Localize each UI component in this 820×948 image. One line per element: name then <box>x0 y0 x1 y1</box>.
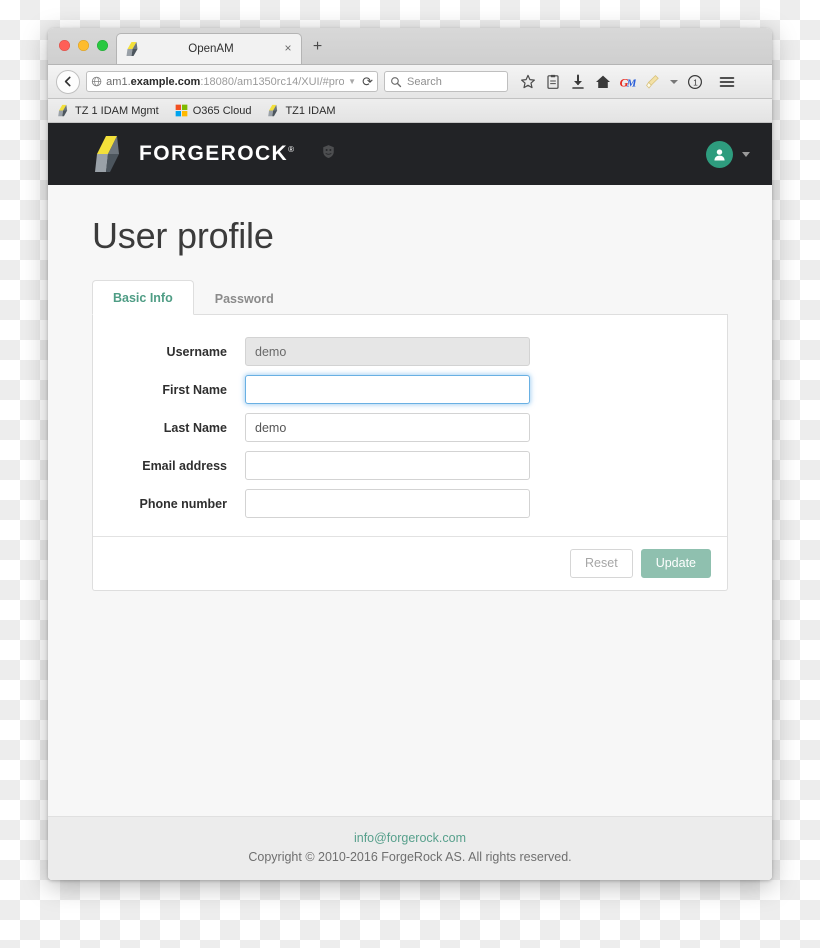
page-title: User profile <box>92 215 274 256</box>
cleaner-icon[interactable] <box>645 74 661 90</box>
avatar[interactable] <box>706 140 733 168</box>
tab-password[interactable]: Password <box>194 281 295 315</box>
browser-search-box[interactable]: Search <box>384 71 508 92</box>
bookmark-item[interactable]: O365 Cloud <box>175 104 252 117</box>
toolbar-icon-group: G M 1 <box>520 74 703 90</box>
phone-label: Phone number <box>139 496 227 511</box>
app-header: FORGEROCK® <box>48 123 772 185</box>
brand-logo[interactable]: FORGEROCK® <box>92 135 295 173</box>
realm-badge-icon[interactable] <box>321 144 336 164</box>
user-avatar-icon <box>714 148 725 160</box>
reading-list-icon[interactable] <box>545 74 561 90</box>
page-info-icon[interactable]: 1 <box>687 74 703 90</box>
arrow-left-icon <box>64 76 71 87</box>
new-tab-button[interactable]: + <box>310 39 325 55</box>
forgerock-favicon <box>126 42 138 56</box>
bookmark-item[interactable]: TZ1 IDAM <box>267 104 336 117</box>
home-icon[interactable] <box>595 74 611 90</box>
forgerock-logo <box>95 136 119 172</box>
email-label: Email address <box>142 458 227 473</box>
bookmark-star-icon[interactable] <box>520 74 536 90</box>
greasemonkey-icon[interactable]: G M <box>620 74 636 90</box>
reload-button[interactable]: ⟳ <box>362 74 373 90</box>
profile-tabs: Basic Info Password <box>92 279 728 315</box>
brand-text: FORGEROCK <box>139 142 289 165</box>
menu-icon[interactable] <box>719 74 735 90</box>
bookmark-item[interactable]: TZ 1 IDAM Mgmt <box>57 104 159 117</box>
svg-text:M: M <box>626 77 636 89</box>
form-row-last-name: Last Name <box>93 413 727 442</box>
browser-tab-strip: OpenAM × + <box>48 28 772 65</box>
back-button[interactable] <box>56 69 80 94</box>
browser-toolbar: am1.example.com:18080/am1350rc14/XUI/#pr… <box>48 65 772 99</box>
search-placeholder: Search <box>407 75 442 88</box>
first-name-input[interactable] <box>245 375 530 404</box>
bookmarks-bar: TZ 1 IDAM Mgmt O365 Cloud TZ1 IDAM <box>48 99 772 123</box>
form-row-username: Username <box>93 337 727 366</box>
downloads-icon[interactable] <box>570 74 586 90</box>
browser-tab[interactable]: OpenAM × <box>116 33 302 64</box>
address-bar[interactable]: am1.example.com:18080/am1350rc14/XUI/#pr… <box>86 71 378 92</box>
browser-window: OpenAM × + am1.example.com:18080/am1350r… <box>48 28 772 880</box>
profile-card: Username First Name Last Name Email addr… <box>92 315 728 591</box>
close-window-button[interactable] <box>59 40 70 51</box>
profile-form: Username First Name Last Name Email addr… <box>93 315 727 536</box>
url-prefix: am1. <box>106 75 131 88</box>
form-row-email: Email address <box>93 451 727 480</box>
url-suffix: :18080/am1350rc14/XUI/#profile/deta <box>200 75 345 88</box>
first-name-label: First Name <box>162 382 227 397</box>
window-controls <box>59 40 108 51</box>
form-actions: Reset Update <box>93 536 727 590</box>
zoom-window-button[interactable] <box>97 40 108 51</box>
chevron-down-icon[interactable] <box>742 151 750 157</box>
url-domain: example.com <box>130 75 201 88</box>
app-footer: info@forgerock.com Copyright © 2010-2016… <box>48 816 772 880</box>
username-label: Username <box>166 344 227 359</box>
form-row-first-name: First Name <box>93 375 727 404</box>
tab-title: OpenAM <box>188 43 234 55</box>
brand-wordmark: FORGEROCK® <box>139 142 295 166</box>
last-name-input[interactable] <box>245 413 530 442</box>
minimize-window-button[interactable] <box>78 40 89 51</box>
bookmark-label: TZ 1 IDAM Mgmt <box>75 104 159 117</box>
main-content: User profile Basic Info Password Usernam… <box>48 185 772 816</box>
microsoft-icon <box>175 104 188 117</box>
copyright-text: Copyright © 2010-2016 ForgeRock AS. All … <box>248 850 572 864</box>
bookmark-label: O365 Cloud <box>192 104 252 117</box>
tab-basic-info[interactable]: Basic Info <box>92 280 194 315</box>
close-tab-button[interactable]: × <box>281 42 295 56</box>
url-text: am1.example.com:18080/am1350rc14/XUI/#pr… <box>106 76 344 88</box>
forgerock-favicon <box>268 104 278 117</box>
header-user-menu[interactable] <box>706 140 750 168</box>
page-viewport: FORGEROCK® User profile Basic Info Passw… <box>48 123 772 880</box>
form-row-phone: Phone number <box>93 489 727 518</box>
username-input <box>245 337 530 366</box>
search-icon <box>391 76 402 87</box>
email-input[interactable] <box>245 451 530 480</box>
globe-icon <box>91 76 102 87</box>
reset-button[interactable]: Reset <box>570 549 633 578</box>
chevron-down-icon[interactable] <box>670 79 678 84</box>
last-name-label: Last Name <box>163 420 227 435</box>
forgerock-favicon <box>58 104 68 117</box>
brand-trademark: ® <box>288 145 296 154</box>
bookmark-label: TZ1 IDAM <box>285 104 336 117</box>
svg-text:1: 1 <box>693 77 698 87</box>
contact-email-link[interactable]: info@forgerock.com <box>48 831 772 845</box>
update-button[interactable]: Update <box>640 549 711 578</box>
url-dropdown-icon[interactable]: ▼ <box>348 77 356 86</box>
phone-input[interactable] <box>245 489 530 518</box>
